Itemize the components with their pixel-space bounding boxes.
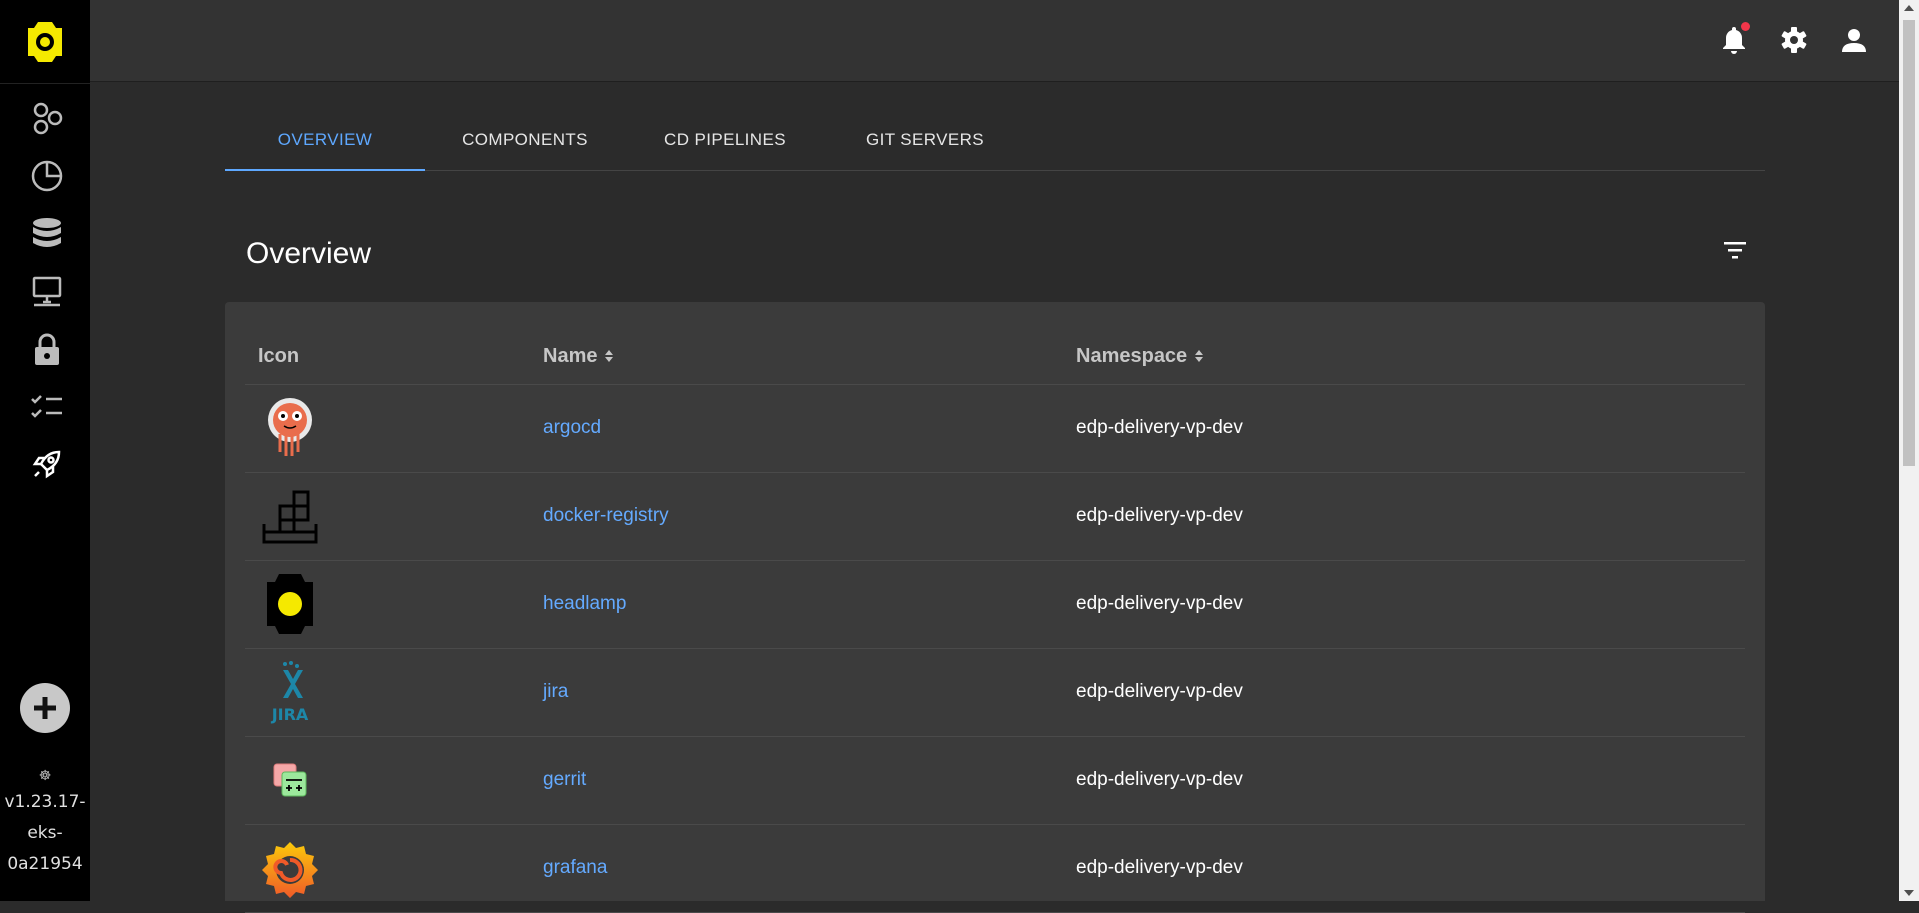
column-header-namespace[interactable]: Namespace	[1076, 328, 1204, 384]
table-row: argocd edp-delivery-vp-dev	[245, 384, 1745, 473]
page-title: Overview	[246, 237, 372, 270]
headlamp-logo-icon[interactable]	[0, 0, 90, 84]
grafana-icon	[255, 834, 325, 902]
version-line-3: 0a21954	[7, 854, 83, 874]
scroll-down-arrow-icon[interactable]	[1904, 890, 1914, 896]
column-header-name-label: Name	[543, 344, 598, 367]
table-row: grafana edp-delivery-vp-dev	[245, 824, 1745, 913]
checklist-icon[interactable]	[25, 386, 69, 430]
sort-icon[interactable]	[605, 350, 614, 362]
column-header-name[interactable]: Name	[543, 328, 614, 384]
column-header-namespace-label: Namespace	[1076, 344, 1188, 367]
sort-icon[interactable]	[1195, 350, 1204, 362]
add-button[interactable]	[20, 683, 70, 733]
namespace-cell: edp-delivery-vp-dev	[1076, 505, 1243, 526]
cluster-version: ☸ v1.23.17- eks- 0a21954	[0, 765, 90, 880]
namespace-cell: edp-delivery-vp-dev	[1076, 593, 1243, 614]
component-link[interactable]: argocd	[543, 384, 601, 472]
tab-bar: OVERVIEW COMPONENTS CD PIPELINES GIT SER…	[225, 110, 1765, 171]
component-link[interactable]: gerrit	[543, 736, 586, 824]
tab-cd-pipelines[interactable]: CD PIPELINES	[625, 110, 825, 170]
rocket-icon[interactable]	[25, 442, 69, 486]
argocd-icon	[255, 394, 325, 462]
pie-chart-icon[interactable]	[25, 154, 69, 198]
version-line-2: eks-	[27, 823, 63, 843]
svg-text:JIRA: JIRA	[271, 705, 309, 724]
docker-registry-icon	[255, 482, 325, 550]
tab-git-servers[interactable]: GIT SERVERS	[825, 110, 1025, 170]
component-link[interactable]: headlamp	[543, 560, 626, 648]
namespace-cell: edp-delivery-vp-dev	[1076, 681, 1243, 702]
headlamp-icon	[255, 570, 325, 638]
column-header-icon: Icon	[258, 344, 300, 367]
table-row: gerrit edp-delivery-vp-dev	[245, 736, 1745, 825]
gerrit-icon	[255, 746, 325, 814]
jira-icon: JIRA	[255, 658, 325, 726]
table-header: Icon Name Namespace	[245, 328, 1745, 385]
sidebar: ☸ v1.23.17- eks- 0a21954	[0, 0, 90, 901]
gear-icon[interactable]	[1774, 20, 1814, 60]
scroll-thumb[interactable]	[1903, 20, 1915, 466]
table-row: headlamp edp-delivery-vp-dev	[245, 560, 1745, 649]
table-row: JIRA jira edp-delivery-vp-dev	[245, 648, 1745, 737]
hexagons-icon[interactable]	[25, 96, 69, 140]
tab-overview[interactable]: OVERVIEW	[225, 110, 425, 171]
namespace-cell: edp-delivery-vp-dev	[1076, 417, 1243, 438]
tab-components[interactable]: COMPONENTS	[425, 110, 625, 170]
component-link[interactable]: jira	[543, 648, 568, 736]
page-scrollbar[interactable]	[1899, 0, 1919, 901]
user-icon[interactable]	[1834, 20, 1874, 60]
component-link[interactable]: docker-registry	[543, 472, 669, 560]
kubernetes-icon: ☸	[38, 768, 52, 784]
lock-icon[interactable]	[25, 328, 69, 372]
table-row: docker-registry edp-delivery-vp-dev	[245, 472, 1745, 561]
overview-table: Icon Name Namespace argocd edp-delivery-…	[225, 302, 1765, 913]
component-link[interactable]: grafana	[543, 824, 607, 912]
filter-icon[interactable]	[1720, 235, 1750, 265]
top-bar	[90, 0, 1899, 82]
network-desktop-icon[interactable]	[25, 270, 69, 314]
bell-icon[interactable]	[1714, 20, 1754, 60]
version-line-1: v1.23.17-	[4, 792, 86, 812]
database-icon[interactable]	[25, 212, 69, 256]
namespace-cell: edp-delivery-vp-dev	[1076, 769, 1243, 790]
notification-dot	[1741, 22, 1750, 31]
scroll-up-arrow-icon[interactable]	[1904, 5, 1914, 11]
namespace-cell: edp-delivery-vp-dev	[1076, 857, 1243, 878]
